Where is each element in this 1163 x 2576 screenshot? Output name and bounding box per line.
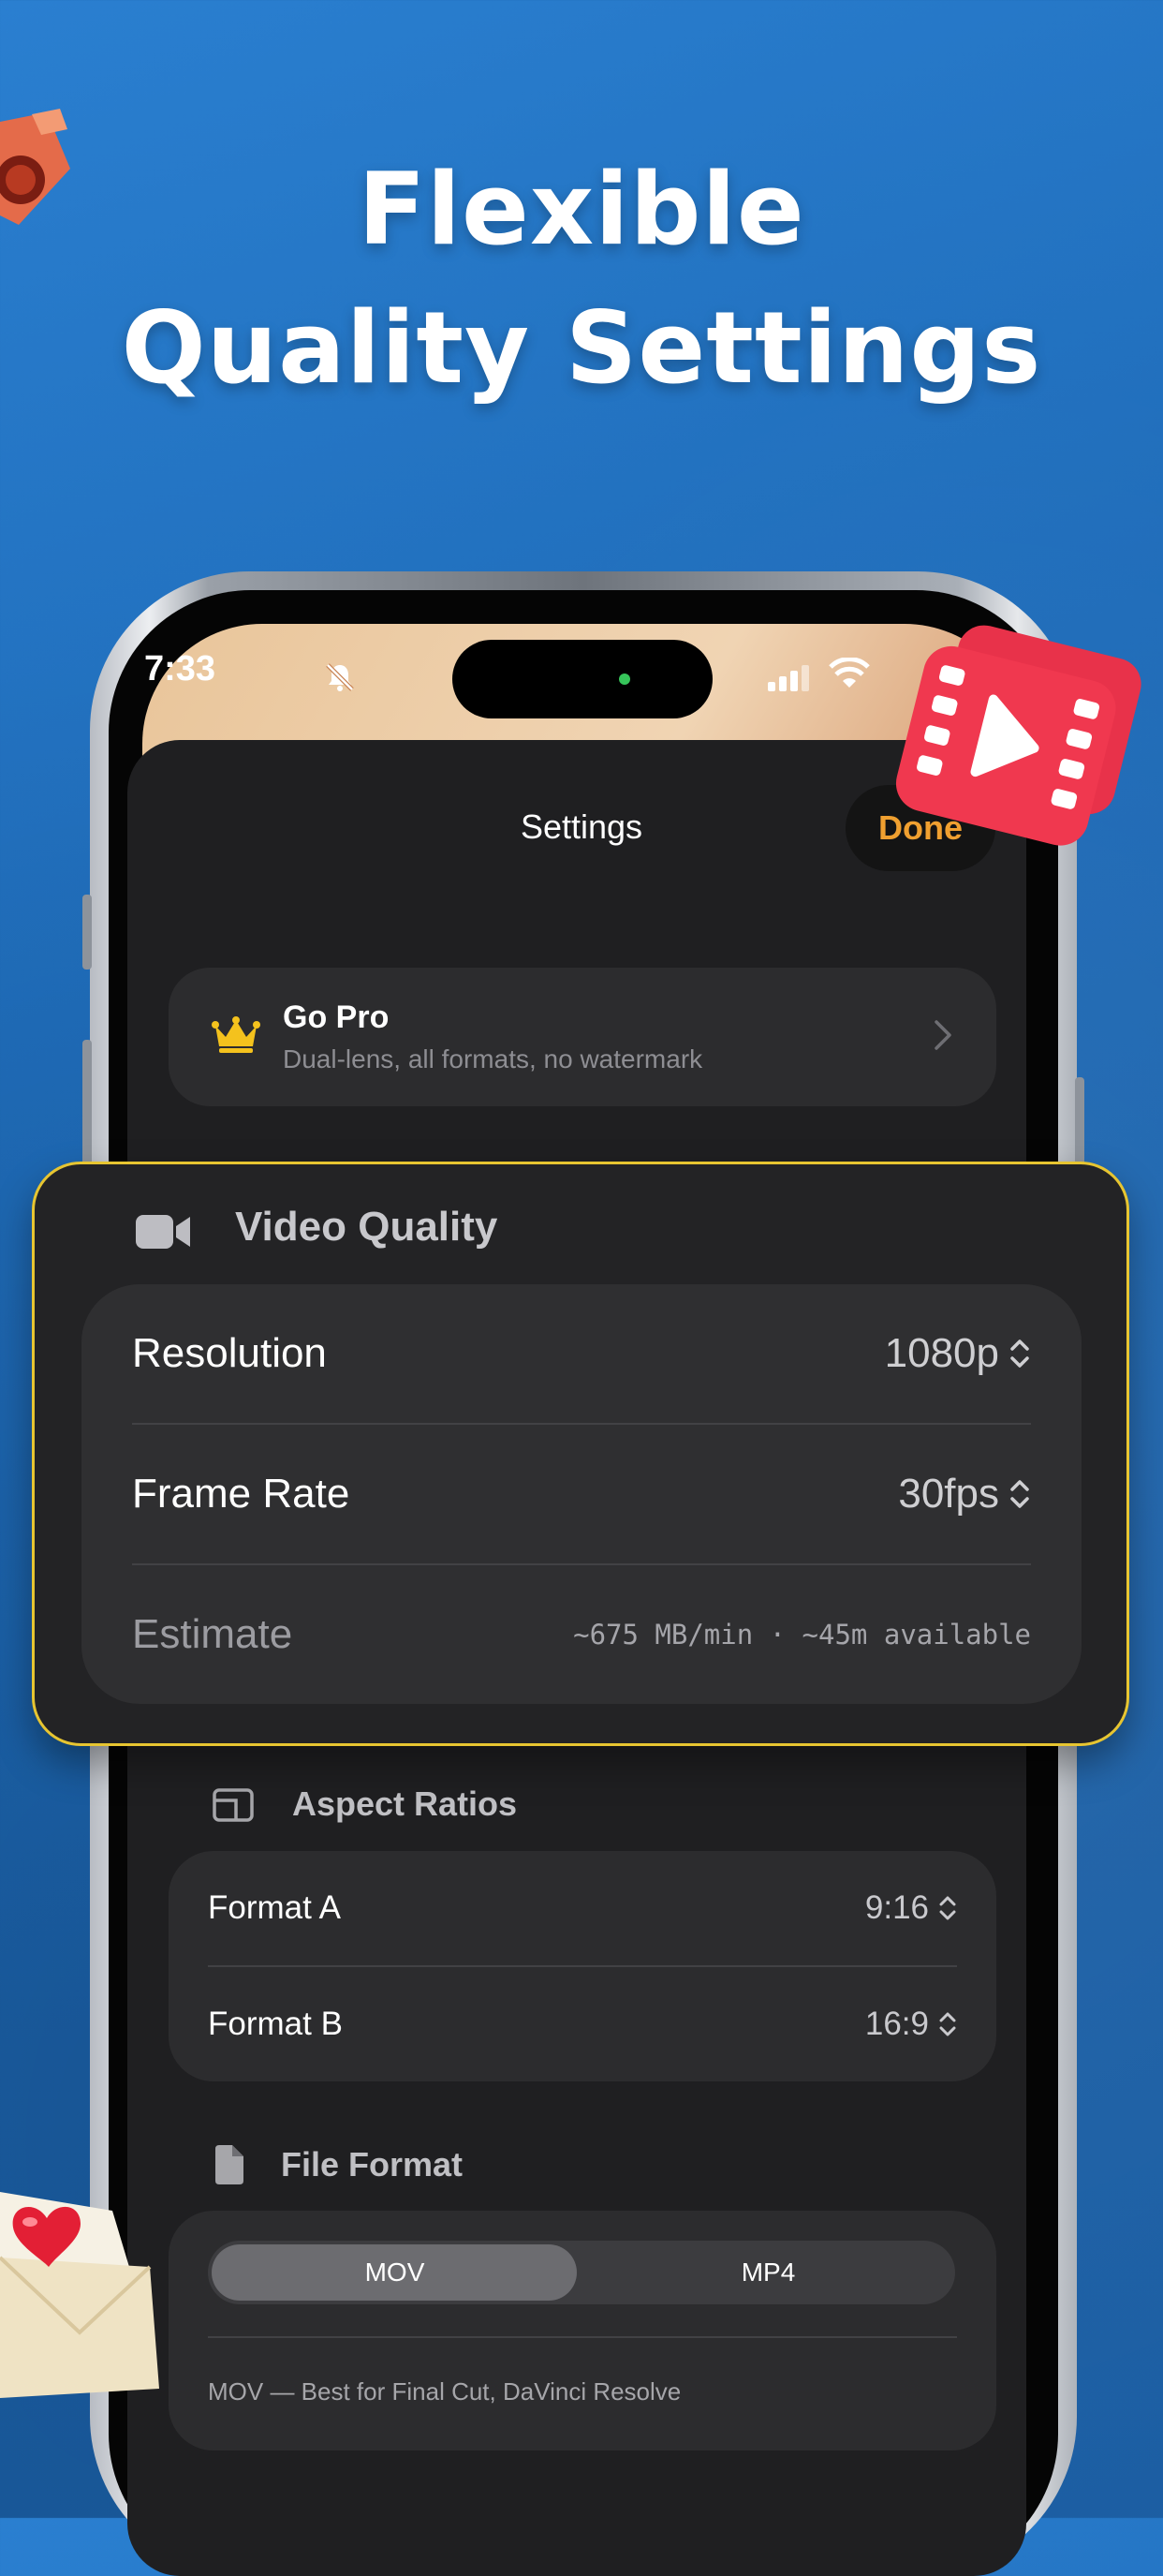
aspect-ratios-header: Aspect Ratios [292,1784,518,1823]
go-pro-row[interactable]: Go Pro Dual-lens, all formats, no waterm… [169,968,996,1106]
bell-slash-icon [326,663,354,691]
video-camera-icon [136,1215,190,1249]
file-format-card: MOV MP4 MOV — Best for Final Cut, DaVinc… [169,2211,996,2450]
format-b-value: 16:9 [864,2006,929,2042]
wifi-icon [829,658,870,688]
camera-sticker-icon [0,109,70,225]
dynamic-island [452,640,713,718]
go-pro-title: Go Pro [283,999,390,1035]
chevron-right-icon [935,1020,951,1050]
film-play-sticker-icon [895,625,1141,846]
resolution-value: 1080p [884,1330,999,1376]
segment-mp4[interactable]: MP4 [582,2241,955,2304]
side-button [82,895,92,970]
video-quality-header: Video Quality [235,1204,498,1250]
signal-icon [768,665,809,691]
frame-rate-label: Frame Rate [132,1471,350,1517]
up-down-chevron-icon [939,1896,956,1920]
headline-line-2: Quality Settings [121,290,1042,406]
format-a-row[interactable]: Format A 9:16 [208,1851,957,1965]
frame-rate-row[interactable]: Frame Rate 30fps [132,1425,1031,1563]
estimate-label: Estimate [132,1611,293,1657]
estimate-row: Estimate ~675 MB/min · ~45m available [132,1565,1031,1704]
headline-line-1: Flexible [358,152,805,267]
segment-mov[interactable]: MOV [208,2241,582,2304]
file-format-header: File Format [281,2145,464,2184]
format-b-row[interactable]: Format B 16:9 [208,1967,957,2081]
estimate-value: ~675 MB/min · ~45m available [573,1619,1031,1651]
resolution-label: Resolution [132,1330,327,1376]
aspect-ratio-icon [213,1788,254,1822]
go-pro-subtitle: Dual-lens, all formats, no watermark [283,1044,703,1073]
aspect-ratios-card: Format A 9:16 Format B 16:9 [169,1851,996,2081]
video-quality-list: Resolution 1080p Frame Rate 30fps Estima… [81,1284,1082,1704]
frame-rate-value: 30fps [898,1471,999,1517]
format-a-label: Format A [208,1889,341,1926]
up-down-chevron-icon [1010,1340,1029,1368]
file-format-note: MOV — Best for Final Cut, DaVinci Resolv… [208,2377,682,2406]
headline: Flexible Quality Settings [0,141,1163,418]
resolution-row[interactable]: Resolution 1080p [132,1284,1031,1423]
document-icon [215,2145,243,2184]
volume-button [82,1040,92,1171]
crown-icon [212,1016,260,1053]
status-time: 7:33 [144,649,216,688]
up-down-chevron-icon [939,2012,956,2036]
format-b-label: Format B [208,2006,343,2042]
file-format-segmented-control: MOV MP4 [208,2241,955,2304]
up-down-chevron-icon [1010,1480,1029,1508]
love-letter-sticker-icon [0,2192,159,2398]
format-a-value: 9:16 [864,1889,929,1926]
video-quality-card: Video Quality Resolution 1080p Frame Rat… [32,1162,1129,1746]
